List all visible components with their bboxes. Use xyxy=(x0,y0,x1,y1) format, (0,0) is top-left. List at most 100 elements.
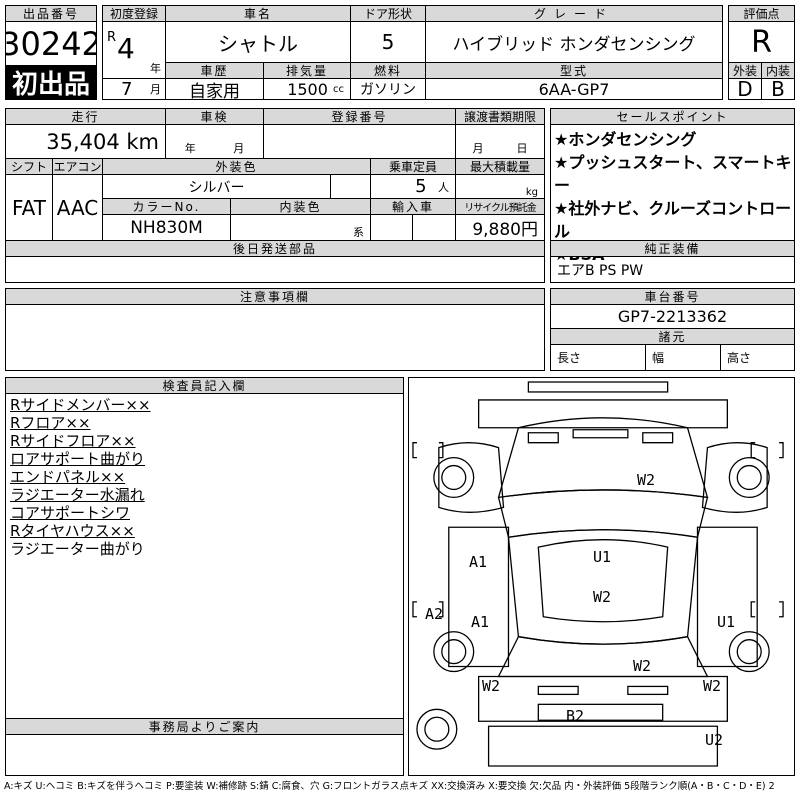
mileage-label: 走行 xyxy=(5,108,166,125)
chassis-label: 車台番号 xyxy=(550,288,795,305)
score-label: 評価点 xyxy=(728,5,795,22)
history-label: 車歴 xyxy=(165,62,264,79)
car-diagram: W2 A1 U1 A1 W2 A2 U1 W2 W2 W2 B2 U2 xyxy=(408,377,795,776)
import-label: 輸入車 xyxy=(370,198,456,215)
specs-label: 諸元 xyxy=(550,328,795,345)
inspector-item: ラジエーター水漏れ xyxy=(10,486,145,504)
color-no-label: カラーNo. xyxy=(102,198,231,215)
month: 7 xyxy=(121,79,133,100)
damage-mark: U2 xyxy=(705,731,724,749)
damage-mark: W2 xyxy=(633,657,652,675)
inspector-item: Rサイドフロア×× xyxy=(10,432,136,450)
legend: A:キズ U:ヘコミ B:キズを伴うヘコミ P:要塗装 W:補修跡 S:錆 C:… xyxy=(4,781,775,792)
first-reg-month: 7 月 xyxy=(102,78,166,100)
import-value-2 xyxy=(412,214,456,241)
inspector-item: Rサイドメンバー×× xyxy=(10,396,151,414)
inspector-item: エンドパネル×× xyxy=(10,468,126,486)
first-listing-badge: 初出品 xyxy=(5,65,97,100)
capacity-value: 5 人 xyxy=(370,174,456,199)
spec-length: 長さ xyxy=(550,344,646,371)
capacity-label: 乗車定員 xyxy=(370,158,456,175)
model-value: 6AA-GP7 xyxy=(425,78,723,100)
inspection-month-unit: 月 xyxy=(233,142,245,155)
exterior-score: D xyxy=(728,78,762,100)
inspector-item: ロアサポート曲がり xyxy=(10,450,146,468)
damage-mark: A1 xyxy=(471,613,490,631)
sales-points-label: セールスポイント xyxy=(550,108,795,125)
lot-number-label: 出品番号 xyxy=(5,5,97,22)
damage-mark: A1 xyxy=(469,553,488,571)
ac-value: AAC xyxy=(52,174,103,241)
damage-mark: W2 xyxy=(703,677,722,695)
first-reg-year: R 4 年 xyxy=(102,21,166,79)
fuel-label: 燃料 xyxy=(350,62,426,79)
inspection-value: 年月 xyxy=(165,124,264,159)
damage-mark: W2 xyxy=(593,588,612,606)
inspection-label: 車検 xyxy=(165,108,264,125)
import-value-1 xyxy=(370,214,413,241)
spec-height: 高さ xyxy=(720,344,795,371)
inspector-label: 検査員記入欄 xyxy=(5,377,404,394)
later-parts-value xyxy=(5,256,545,283)
inspector-item: ラジエーター曲がり xyxy=(10,540,145,558)
damage-mark: U1 xyxy=(717,613,736,631)
capacity-number: 5 xyxy=(415,176,427,197)
max-load-value: kg xyxy=(455,174,545,199)
spec-width: 幅 xyxy=(645,344,721,371)
reg-no-label: 登録番号 xyxy=(263,108,456,125)
ac-label: エアコン xyxy=(52,158,103,175)
equipment-label: 純正装備 xyxy=(550,240,795,257)
year: 4 xyxy=(117,32,135,65)
chassis-value: GP7-2213362 xyxy=(550,304,795,329)
exterior-label: 外装 xyxy=(728,62,762,79)
month-unit: 月 xyxy=(150,83,161,96)
displacement-value: 1500 cc xyxy=(263,78,351,100)
mileage-value: 35,404 km xyxy=(5,124,166,159)
era: R xyxy=(107,30,117,45)
displacement-number: 1500 xyxy=(287,79,328,99)
shift-label: シフト xyxy=(5,158,53,175)
transfer-value: 月日 xyxy=(455,124,545,159)
interior-score: B xyxy=(761,78,795,100)
transfer-label: 譲渡書類期限 xyxy=(455,108,545,125)
history-value: 自家用 xyxy=(165,78,264,100)
car-name: シャトル xyxy=(165,21,351,63)
sales-point: ★社外ナビ、クルーズコントロール xyxy=(554,199,792,241)
sales-point: ★ホンダセンシング xyxy=(554,130,697,149)
ext-color-value: シルバー xyxy=(102,174,331,199)
inspector-item: コアサポートシワ xyxy=(10,504,131,522)
transfer-month-unit: 月 xyxy=(472,142,484,155)
lot-number: 30242 xyxy=(5,21,97,66)
grade-label: グレード xyxy=(425,5,723,22)
interior-label: 内装 xyxy=(761,62,795,79)
inspector-item: Rタイヤハウス×× xyxy=(10,522,135,540)
inspection-year-unit: 年 xyxy=(184,142,196,155)
inspector-item: Rフロア×× xyxy=(10,414,91,432)
notes-body xyxy=(5,304,545,371)
door-value: 5 xyxy=(350,21,426,63)
color-no-value: NH830M xyxy=(102,214,231,241)
damage-mark: A2 xyxy=(425,605,444,623)
equipment-value: エアB PS PW xyxy=(550,256,795,283)
transfer-day-unit: 日 xyxy=(516,142,528,155)
fuel-value: ガソリン xyxy=(350,78,426,100)
car-outline-icon xyxy=(412,381,784,767)
ext-color-label: 外装色 xyxy=(102,158,371,175)
int-color-label: 内装色 xyxy=(230,198,371,215)
displacement-unit: cc xyxy=(333,83,344,95)
office-label: 事務局よりご案内 xyxy=(5,718,404,735)
damage-mark: W2 xyxy=(637,471,656,489)
shift-value: FAT xyxy=(5,174,53,241)
ext-color-extra xyxy=(330,174,371,199)
later-parts-label: 後日発送部品 xyxy=(5,240,545,257)
first-reg-label: 初度登録 xyxy=(102,5,166,22)
score-value: R xyxy=(728,21,795,63)
recycle-value: 9,880円 xyxy=(455,214,545,241)
max-load-label: 最大積載量 xyxy=(455,158,545,175)
notes-label: 注意事項欄 xyxy=(5,288,545,305)
model-label: 型式 xyxy=(425,62,723,79)
int-color-value: 系 xyxy=(230,214,371,241)
capacity-unit: 人 xyxy=(438,180,449,194)
car-name-label: 車名 xyxy=(165,5,351,22)
grade-value: ハイブリッド ホンダセンシング xyxy=(425,21,723,63)
